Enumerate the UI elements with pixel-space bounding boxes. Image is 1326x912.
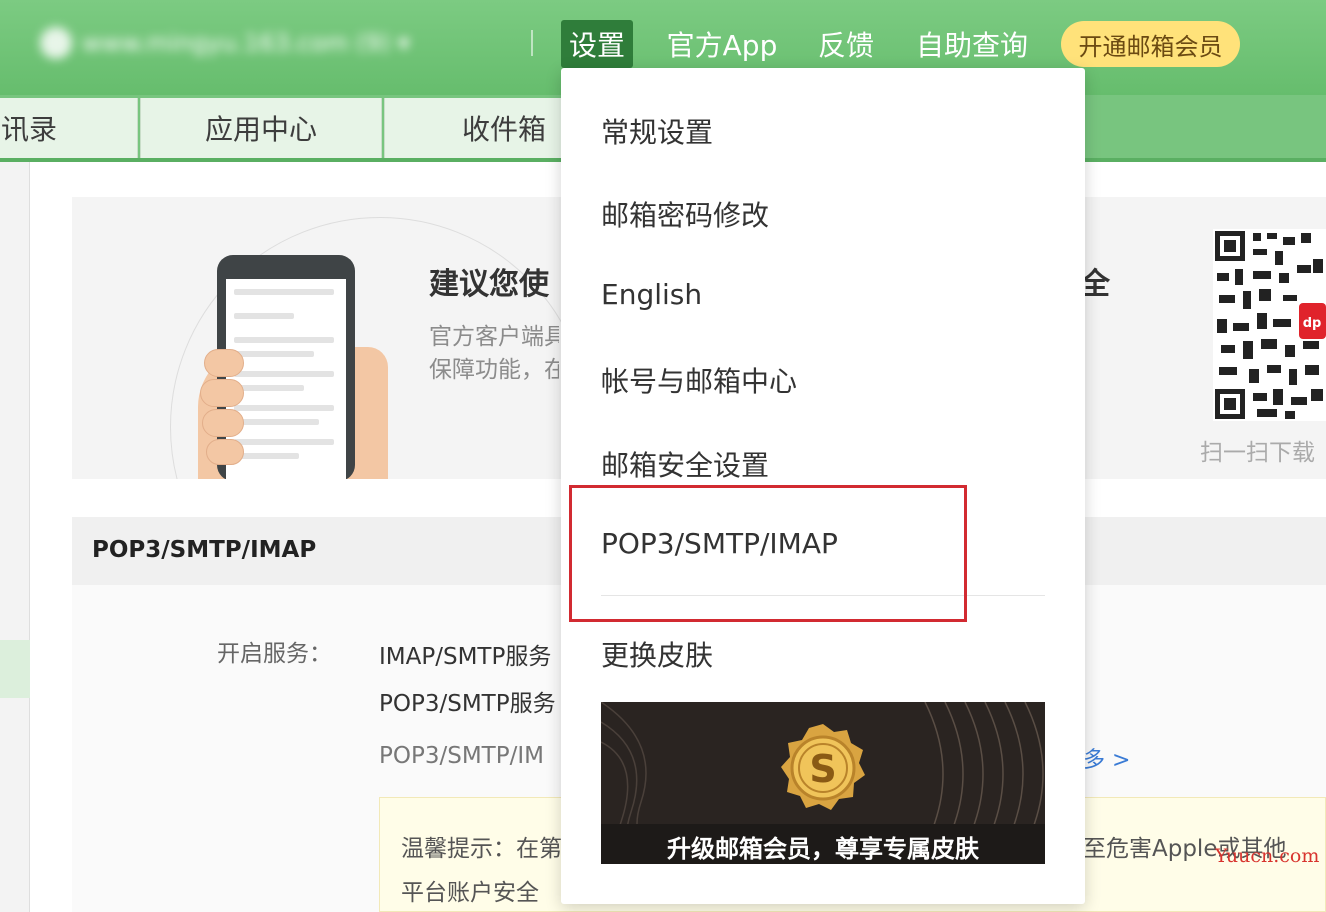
- annotation-highlight-box: [569, 485, 967, 622]
- nav-official-app[interactable]: 官方App: [664, 20, 780, 68]
- menu-item-general-settings[interactable]: 常规设置: [601, 111, 713, 151]
- section-title: POP3/SMTP/IMAP: [92, 537, 317, 563]
- more-link[interactable]: 多 >: [1083, 742, 1130, 774]
- tip-line-2: 平台账户安全: [401, 880, 539, 906]
- service-imap: IMAP/SMTP服务: [379, 644, 552, 670]
- open-vip-button[interactable]: 开通邮箱会员: [1061, 21, 1240, 67]
- menu-item-change-skin[interactable]: 更换皮肤: [601, 634, 713, 674]
- skin-upgrade-banner[interactable]: S 升级邮箱会员，尊享专属皮肤: [601, 702, 1045, 864]
- sidebar-active-item[interactable]: [0, 640, 30, 698]
- service-pop3: POP3/SMTP服务: [379, 691, 556, 717]
- service-label: 开启服务：: [217, 641, 332, 667]
- nav-feedback[interactable]: 反馈: [815, 20, 877, 68]
- promo-desc-line-1: 官方客户端具: [429, 324, 559, 350]
- menu-item-english[interactable]: English: [601, 278, 702, 311]
- svg-text:S: S: [809, 747, 836, 791]
- promo-title: 建议您使: [429, 267, 549, 302]
- svg-text:dp: dp: [1303, 316, 1322, 331]
- vip-coin-icon: S: [781, 724, 865, 810]
- phone-screen: [226, 279, 346, 479]
- promo-desc-line-2: 保障功能，在: [429, 357, 559, 383]
- left-sidebar: [0, 162, 30, 912]
- qr-code-icon: dp: [1213, 229, 1326, 421]
- qr-caption: 扫一扫下载: [1200, 440, 1315, 466]
- promo-description: 官方客户端具 保障功能，在: [429, 321, 559, 387]
- service-description: POP3/SMTP/IM: [379, 743, 544, 769]
- menu-item-account-center[interactable]: 帐号与邮箱中心: [601, 360, 797, 400]
- account-email: www.mingyu.163.com (9) ▾: [82, 29, 410, 57]
- nav-self-help[interactable]: 自助查询: [914, 20, 1030, 68]
- tab-app-center[interactable]: 应用中心: [140, 98, 382, 158]
- nav-settings[interactable]: 设置: [561, 20, 633, 68]
- tip-line-1: 温馨提示：在第: [401, 836, 562, 862]
- account-switcher[interactable]: www.mingyu.163.com (9) ▾: [40, 26, 500, 60]
- skin-banner-text: 升级邮箱会员，尊享专属皮肤: [667, 835, 979, 863]
- topbar-divider: [531, 30, 533, 56]
- menu-item-change-password[interactable]: 邮箱密码修改: [601, 194, 769, 234]
- account-avatar: [40, 27, 72, 59]
- watermark: Yuucn.com: [1215, 845, 1320, 867]
- tab-contacts[interactable]: 讯录: [0, 98, 138, 158]
- menu-item-security-settings[interactable]: 邮箱安全设置: [601, 444, 769, 484]
